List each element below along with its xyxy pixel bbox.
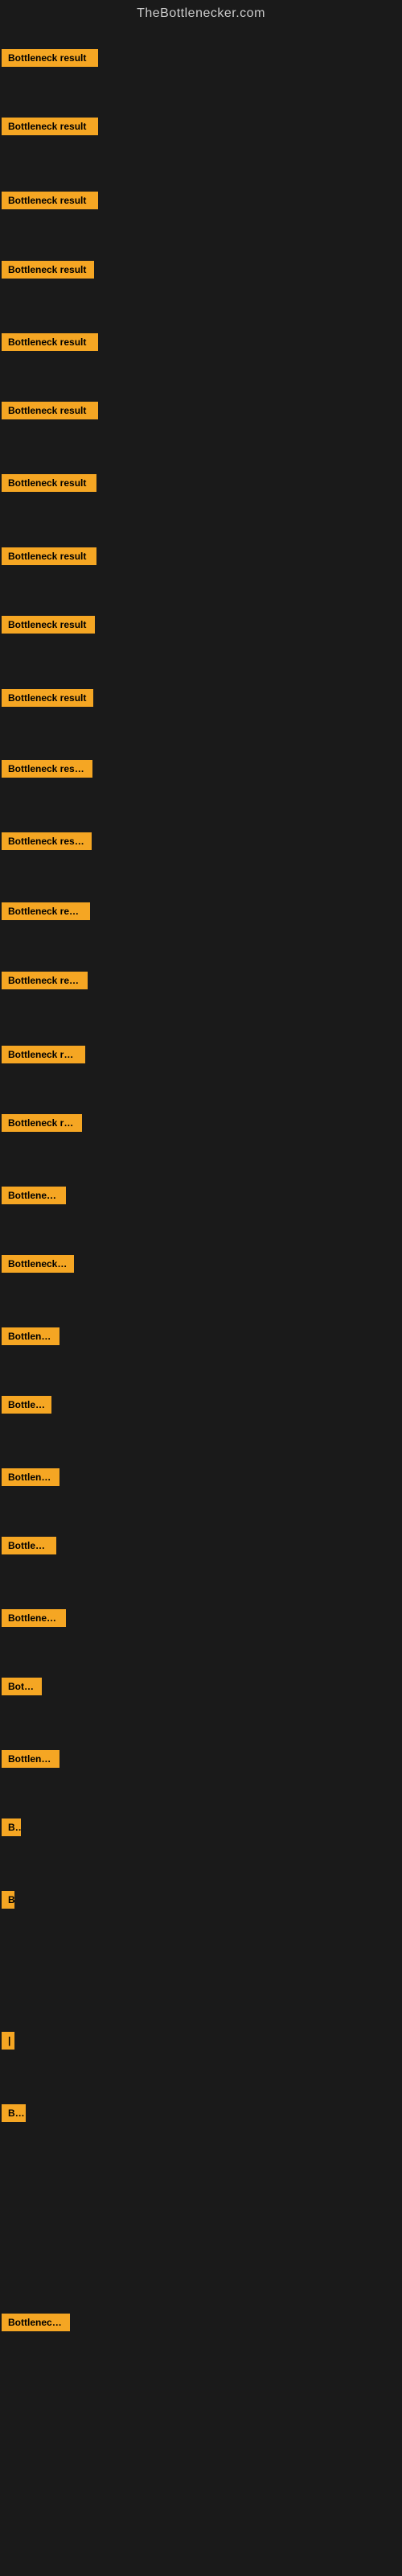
result-row-14: Bottleneck result [2, 972, 88, 993]
result-row-7: Bottleneck result [2, 474, 96, 496]
result-row-26: Bo [2, 1818, 21, 1840]
bottleneck-label-13: Bottleneck result [2, 902, 90, 920]
bottleneck-label-7: Bottleneck result [2, 474, 96, 492]
bottleneck-label-18: Bottleneck resu [2, 1255, 74, 1273]
bottleneck-label-23: Bottleneck r [2, 1609, 66, 1627]
result-row-24: Bottler [2, 1678, 42, 1699]
result-row-9: Bottleneck result [2, 616, 95, 638]
result-row-1: Bottleneck result [2, 49, 98, 71]
bottleneck-label-1: Bottleneck result [2, 49, 98, 67]
result-row-16: Bottleneck result [2, 1114, 82, 1136]
bottleneck-label-22: Bottlenec [2, 1537, 56, 1554]
bottleneck-label-14: Bottleneck result [2, 972, 88, 989]
bottleneck-label-5: Bottleneck result [2, 333, 98, 351]
bottleneck-label-6: Bottleneck result [2, 402, 98, 419]
bottleneck-label-19: Bottleneck [2, 1327, 59, 1345]
result-row-29: Bot [2, 2104, 26, 2126]
bottleneck-label-16: Bottleneck result [2, 1114, 82, 1132]
result-row-13: Bottleneck result [2, 902, 90, 924]
result-row-17: Bottleneck r [2, 1187, 66, 1208]
result-row-18: Bottleneck resu [2, 1255, 74, 1277]
result-row-23: Bottleneck r [2, 1609, 66, 1631]
result-row-20: Bottlene [2, 1396, 51, 1418]
bottleneck-label-2: Bottleneck result [2, 118, 98, 135]
bottleneck-label-21: Bottleneck [2, 1468, 59, 1486]
result-row-19: Bottleneck [2, 1327, 59, 1349]
result-row-2: Bottleneck result [2, 118, 98, 139]
bottleneck-label-26: Bo [2, 1818, 21, 1836]
bottleneck-label-8: Bottleneck result [2, 547, 96, 565]
result-row-10: Bottleneck result [2, 689, 93, 711]
bottleneck-label-11: Bottleneck result [2, 760, 92, 778]
bottleneck-label-15: Bottleneck result [2, 1046, 85, 1063]
result-row-15: Bottleneck result [2, 1046, 85, 1067]
bottleneck-label-3: Bottleneck result [2, 192, 98, 209]
result-row-22: Bottlenec [2, 1537, 56, 1558]
result-row-30: Bottleneck re [2, 2314, 70, 2335]
site-title-wrapper: TheBottlenecker.com [0, 0, 402, 27]
bottleneck-label-4: Bottleneck result [2, 261, 94, 279]
site-title: TheBottlenecker.com [137, 0, 265, 27]
result-row-3: Bottleneck result [2, 192, 98, 213]
bottleneck-label-24: Bottler [2, 1678, 42, 1695]
result-row-12: Bottleneck result [2, 832, 92, 854]
result-row-4: Bottleneck result [2, 261, 94, 283]
result-row-28: | [2, 2032, 14, 2054]
bottleneck-label-20: Bottlene [2, 1396, 51, 1414]
bottleneck-label-10: Bottleneck result [2, 689, 93, 707]
bottleneck-label-12: Bottleneck result [2, 832, 92, 850]
result-row-5: Bottleneck result [2, 333, 98, 355]
result-row-11: Bottleneck result [2, 760, 92, 782]
bottleneck-label-30: Bottleneck re [2, 2314, 70, 2331]
bottleneck-label-29: Bot [2, 2104, 26, 2122]
results-container: Bottleneck result Bottleneck result Bottle… [0, 27, 402, 2571]
bottleneck-label-9: Bottleneck result [2, 616, 95, 634]
bottleneck-label-25: Bottleneck [2, 1750, 59, 1768]
bottleneck-label-28: | [2, 2032, 14, 2050]
bottleneck-label-27: B [2, 1891, 14, 1909]
result-row-6: Bottleneck result [2, 402, 98, 423]
result-row-21: Bottleneck [2, 1468, 59, 1490]
result-row-27: B [2, 1891, 14, 1913]
result-row-25: Bottleneck [2, 1750, 59, 1772]
result-row-8: Bottleneck result [2, 547, 96, 569]
bottleneck-label-17: Bottleneck r [2, 1187, 66, 1204]
